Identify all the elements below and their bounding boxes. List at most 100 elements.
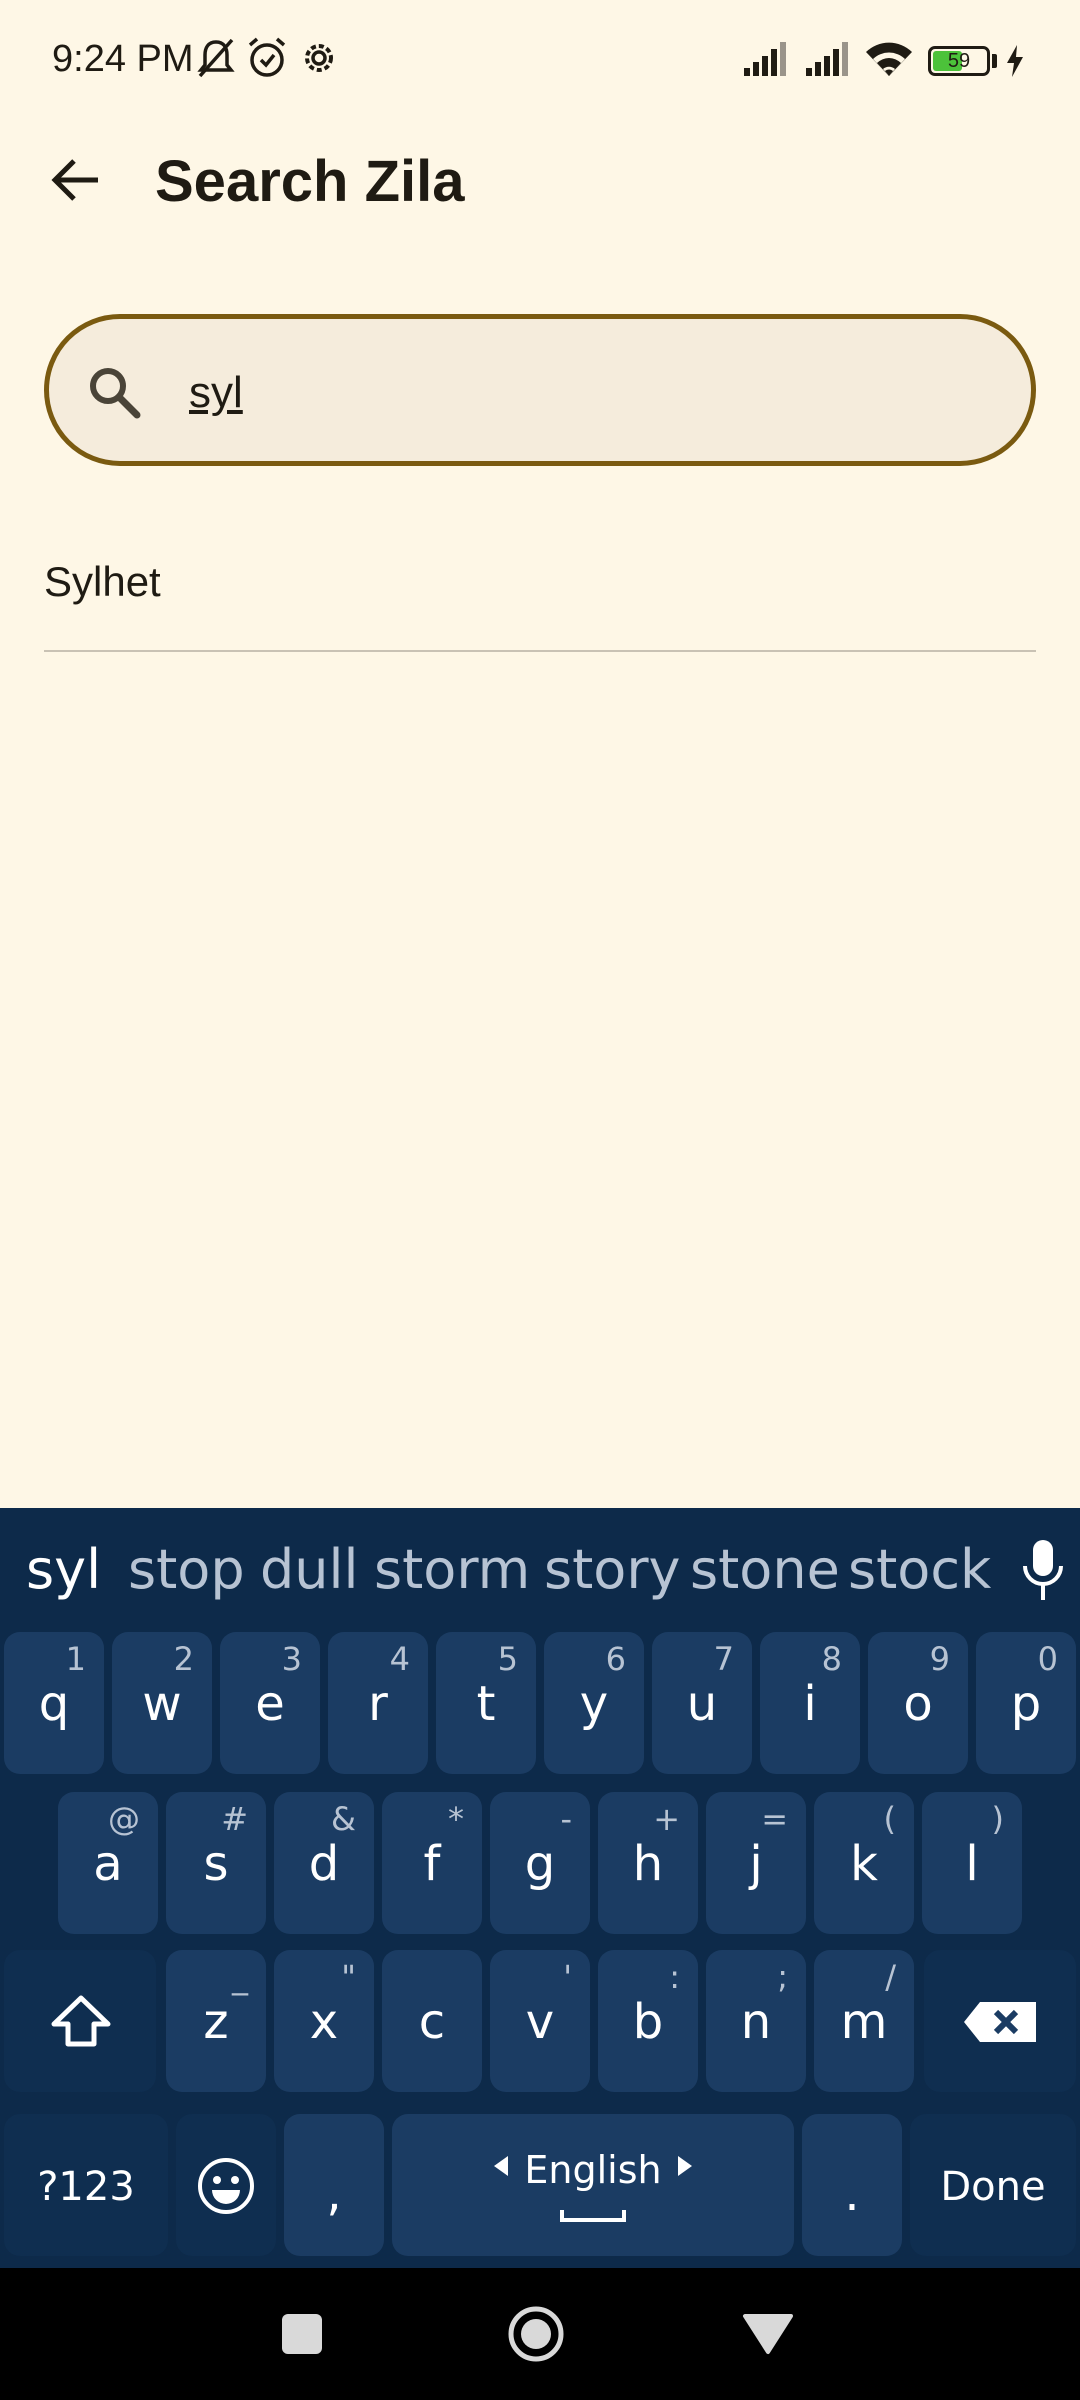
key-j[interactable]: j = — [706, 1792, 806, 1934]
key-n[interactable]: n; — [706, 1950, 806, 2092]
done-key[interactable]: Done — [910, 2114, 1076, 2256]
key-hint: 7 — [713, 1640, 734, 1678]
key-label: i — [803, 1676, 817, 1732]
key-o[interactable]: o9 — [868, 1632, 968, 1774]
key-label: q — [38, 1676, 70, 1732]
key-hint: * — [448, 1800, 464, 1838]
key-l[interactable]: l) — [922, 1792, 1022, 1934]
suggestion-story[interactable]: story — [544, 1538, 681, 1601]
comma-key[interactable]: , — [284, 2114, 384, 2256]
key-hint: 2 — [173, 1640, 194, 1678]
key-label: y — [579, 1676, 609, 1732]
key-hint: ; — [777, 1958, 788, 1996]
key-hint: = — [761, 1800, 788, 1838]
home-button[interactable] — [506, 2304, 566, 2364]
key-hint: 5 — [497, 1640, 518, 1678]
search-icon — [90, 368, 141, 419]
back-nav-button[interactable] — [738, 2304, 798, 2364]
alarm-icon — [248, 37, 286, 77]
key-label: w — [142, 1676, 182, 1732]
key-w[interactable]: w2 — [112, 1632, 212, 1774]
key-hint: ( — [883, 1800, 896, 1838]
emoji-icon — [198, 2158, 254, 2214]
back-button[interactable] — [36, 140, 116, 220]
result-label: Sylhet — [44, 558, 161, 605]
list-item[interactable]: Sylhet — [44, 540, 1036, 652]
battery-icon: 59 — [928, 46, 990, 76]
suggestion-stock[interactable]: stock — [848, 1538, 991, 1601]
key-z[interactable]: z _ — [166, 1950, 266, 2092]
period-key[interactable]: . — [802, 2114, 902, 2256]
key-hint: 1 — [65, 1640, 86, 1678]
key-hint: - — [560, 1800, 572, 1838]
suggestion-stop[interactable]: stop — [128, 1538, 245, 1601]
key-e[interactable]: e3 — [220, 1632, 320, 1774]
key-label: f — [423, 1836, 441, 1892]
suggestion-syl[interactable]: syl — [26, 1538, 101, 1601]
signal-2-icon — [806, 42, 848, 76]
symbols-key-label: ?123 — [37, 2164, 135, 2210]
key-label: b — [632, 1994, 664, 2050]
key-u[interactable]: u7 — [652, 1632, 752, 1774]
key-hint: _ — [232, 1958, 248, 1996]
divider — [44, 650, 1036, 652]
suggestion-stone[interactable]: stone — [690, 1538, 840, 1601]
keyboard: syl stop dull storm story stone stock q1… — [0, 1508, 1080, 2268]
key-hint: & — [331, 1800, 356, 1838]
key-y[interactable]: y6 — [544, 1632, 644, 1774]
key-t[interactable]: t5 — [436, 1632, 536, 1774]
key-hint: : — [669, 1958, 680, 1996]
key-b[interactable]: b: — [598, 1950, 698, 2092]
key-p[interactable]: p0 — [976, 1632, 1076, 1774]
space-right-arrow-icon — [678, 2156, 692, 2176]
backspace-key[interactable] — [924, 1950, 1076, 2092]
period-key-label: . — [844, 2166, 860, 2222]
suggestion-dull[interactable]: dull — [260, 1538, 359, 1601]
key-label: k — [850, 1836, 878, 1892]
space-key[interactable]: English — [392, 2114, 794, 2256]
key-q[interactable]: q1 — [4, 1632, 104, 1774]
key-label: n — [740, 1994, 772, 2050]
suggestion-storm[interactable]: storm — [374, 1538, 530, 1601]
microphone-icon[interactable] — [1018, 1538, 1068, 1602]
recents-button[interactable] — [272, 2304, 332, 2364]
key-f[interactable]: f * — [382, 1792, 482, 1934]
key-hint: ' — [563, 1958, 572, 1996]
key-hint: 8 — [821, 1640, 842, 1678]
done-key-label: Done — [940, 2164, 1046, 2210]
key-hint: # — [221, 1800, 248, 1838]
shift-key[interactable] — [4, 1950, 156, 2092]
key-a[interactable]: a @ — [58, 1792, 158, 1934]
key-g[interactable]: g- — [490, 1792, 590, 1934]
key-h[interactable]: h + — [598, 1792, 698, 1934]
signal-1-icon — [744, 42, 786, 76]
mute-icon — [197, 38, 235, 78]
key-hint: 3 — [281, 1640, 302, 1678]
key-c[interactable]: c — [382, 1950, 482, 2092]
status-bar: 9:24 PM 59 — [0, 0, 1080, 120]
wifi-icon — [866, 42, 912, 76]
key-hint: 6 — [605, 1640, 626, 1678]
key-label: h — [632, 1836, 664, 1892]
key-label: e — [255, 1676, 285, 1732]
key-hint: " — [341, 1958, 356, 1996]
key-hint: 9 — [929, 1640, 950, 1678]
search-field[interactable] — [44, 314, 1036, 466]
charging-icon — [1007, 45, 1023, 77]
key-k[interactable]: k( — [814, 1792, 914, 1934]
key-r[interactable]: r4 — [328, 1632, 428, 1774]
key-label: s — [203, 1836, 229, 1892]
key-label: j — [749, 1836, 763, 1892]
settings-icon — [305, 44, 333, 72]
key-m[interactable]: m / — [814, 1950, 914, 2092]
key-v[interactable]: v ' — [490, 1950, 590, 2092]
symbols-key[interactable]: ?123 — [4, 2114, 168, 2256]
key-x[interactable]: x " — [274, 1950, 374, 2092]
key-s[interactable]: s # — [166, 1792, 266, 1934]
key-label: l — [965, 1836, 979, 1892]
navigation-bar — [0, 2268, 1080, 2400]
key-i[interactable]: i8 — [760, 1632, 860, 1774]
emoji-key[interactable] — [176, 2114, 276, 2256]
key-d[interactable]: d & — [274, 1792, 374, 1934]
search-input[interactable] — [189, 361, 989, 425]
